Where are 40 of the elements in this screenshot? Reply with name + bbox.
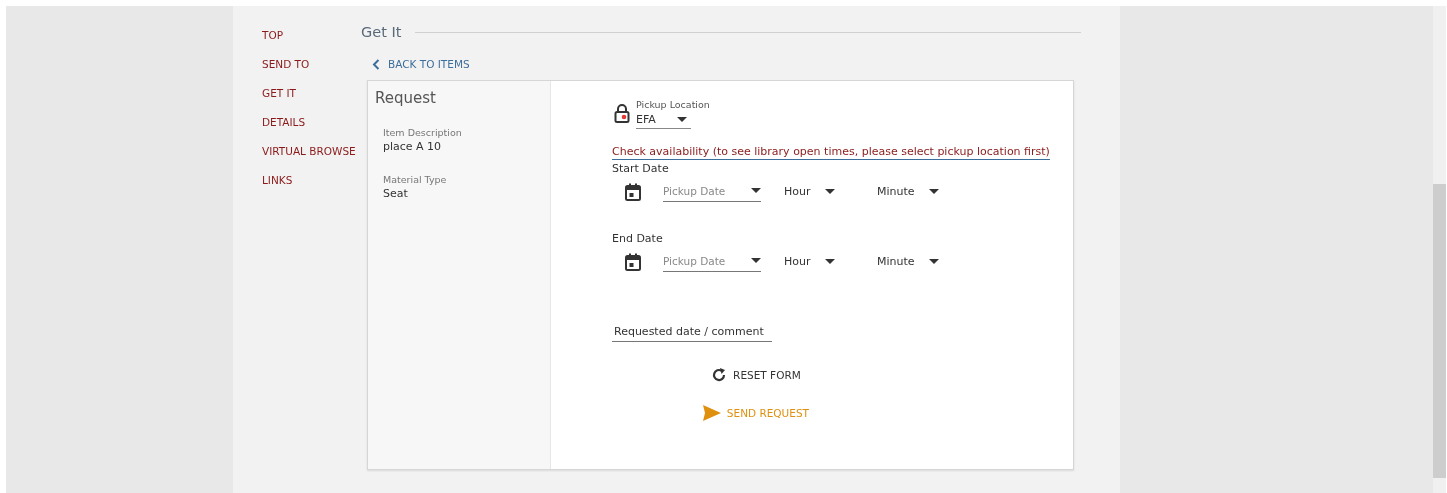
date-select[interactable]: Pickup Date xyxy=(663,181,761,202)
scrollbar-thumb[interactable] xyxy=(1433,184,1446,478)
calendar-icon xyxy=(625,182,641,201)
date-label: End Date xyxy=(612,232,664,245)
back-link[interactable]: BACK TO ITEMS xyxy=(372,58,470,70)
hour-select[interactable]: Hour xyxy=(761,185,854,198)
chevron-left-icon xyxy=(372,58,380,70)
comment-field[interactable]: Requested date / comment xyxy=(612,322,772,342)
date-select[interactable]: Pickup Date xyxy=(663,251,761,272)
section-title: Get It xyxy=(361,24,402,40)
refresh-icon xyxy=(711,367,728,383)
caret-icon xyxy=(824,258,835,265)
detail-label: Material Type xyxy=(383,174,448,185)
caret-icon xyxy=(677,116,687,123)
section-nav-link[interactable]: GET IT xyxy=(262,86,297,101)
section-nav-link[interactable]: LINKS xyxy=(262,173,293,188)
caret-icon xyxy=(928,188,939,195)
pickup-location-select[interactable]: Pickup Location EFA xyxy=(636,99,710,129)
caret-icon xyxy=(824,188,835,195)
detail-label: Item Description xyxy=(383,127,463,138)
panel-title: Request xyxy=(375,89,437,107)
send-icon xyxy=(702,405,721,421)
caret-icon xyxy=(928,258,939,265)
detail-value: Seat xyxy=(383,187,409,200)
reset-form-button[interactable]: RESET FORM xyxy=(707,364,805,386)
minute-select[interactable]: Minute xyxy=(854,185,970,198)
lock-icon xyxy=(614,104,630,123)
section-nav-link[interactable]: DETAILS xyxy=(262,115,306,130)
scrollbar[interactable] xyxy=(1433,6,1446,493)
hour-select[interactable]: Hour xyxy=(761,255,854,268)
detail-value: place A 10 xyxy=(383,140,443,153)
calendar-icon xyxy=(625,252,641,271)
date-label: Start Date xyxy=(612,162,670,175)
caret-icon xyxy=(751,188,761,194)
caret-icon xyxy=(751,258,761,264)
availability-link[interactable]: Check availability (to see library open times, please select pickup location first) xyxy=(612,145,1050,160)
section-nav-link[interactable]: SEND TO xyxy=(262,57,310,72)
minute-select[interactable]: Minute xyxy=(854,255,970,268)
section-nav-link[interactable]: TOP xyxy=(262,28,283,43)
section-nav-link[interactable]: VIRTUAL BROWSE xyxy=(262,144,356,159)
